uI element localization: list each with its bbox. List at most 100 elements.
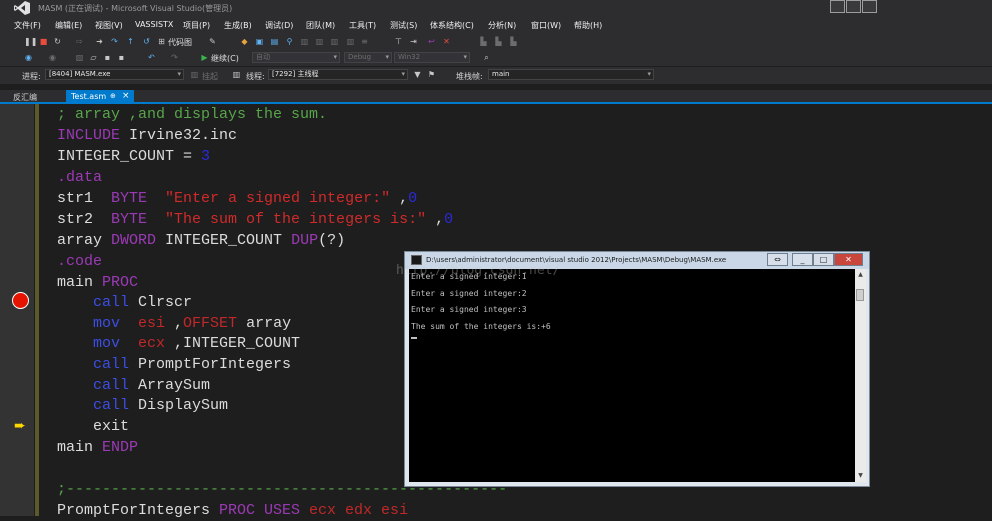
bookmark-prev-icon[interactable]: ▥: [315, 37, 324, 46]
menu-debug[interactable]: 调试(D): [265, 20, 293, 31]
scroll-up-icon[interactable]: ▲: [856, 270, 865, 279]
menu-team[interactable]: 团队(M): [306, 20, 335, 31]
navigate-back-icon[interactable]: ◉: [24, 53, 33, 62]
menu-project[interactable]: 项目(P): [183, 20, 210, 31]
indent-icon[interactable]: ⇥: [409, 37, 418, 46]
find-in-files-icon[interactable]: ⌕: [482, 53, 491, 62]
undo-icon[interactable]: ↶: [147, 53, 156, 62]
punct: ,: [165, 315, 184, 332]
thread-label: 线程:: [246, 72, 265, 81]
console-window[interactable]: D:\users\administrator\document\visual s…: [404, 251, 870, 487]
chevron-down-icon[interactable]: [862, 0, 877, 13]
menu-window[interactable]: 窗口(W): [531, 20, 561, 31]
resize-icon[interactable]: ⇔: [767, 253, 788, 266]
expand-icon[interactable]: [846, 0, 861, 13]
hex-icon[interactable]: ✎: [208, 37, 217, 46]
undo-highlight-icon[interactable]: ↩: [427, 37, 436, 46]
save-icon[interactable]: ▪: [103, 53, 112, 62]
console-output[interactable]: Enter a signed integer:1 Enter a signed …: [409, 269, 855, 482]
stop-icon[interactable]: ■: [39, 37, 48, 46]
feedback-icon[interactable]: [830, 0, 845, 13]
scroll-thumb[interactable]: [856, 289, 864, 301]
maximize-button[interactable]: □: [813, 253, 834, 266]
bookmark-first-icon[interactable]: ▙: [494, 37, 503, 46]
menu-file[interactable]: 文件(F): [14, 20, 41, 31]
chevron-down-icon: ▾: [333, 53, 337, 61]
code-line: PromptForIntegers PROC USES ecx edx esi: [57, 500, 408, 521]
pin-icon[interactable]: ⊕: [110, 92, 116, 100]
bookmark-last-icon[interactable]: ▙: [509, 37, 518, 46]
step-out-icon[interactable]: ↑: [126, 37, 135, 46]
registers-icon[interactable]: ▤: [270, 37, 279, 46]
find-icon[interactable]: ⚲: [285, 37, 294, 46]
process-label: 进程:: [22, 72, 41, 81]
menu-analyze[interactable]: 分析(N): [488, 20, 516, 31]
debug-location-bar: 进程: [8404] MASM.exe ▾ ▥ 挂起 ▥ 线程: [7292] 主…: [0, 67, 992, 84]
code-line: .code: [57, 251, 102, 272]
console-scrollbar[interactable]: ▲ ▼: [855, 269, 866, 482]
continue-button[interactable]: 继续(C): [211, 53, 239, 64]
code-line: .data: [57, 167, 102, 188]
align-icon[interactable]: ⊤: [394, 37, 403, 46]
thread-combo[interactable]: [7292] 主线程 ▾: [268, 69, 408, 80]
open-file-icon[interactable]: ▱: [89, 53, 98, 62]
new-project-icon[interactable]: ▧: [75, 53, 84, 62]
code-map-label[interactable]: 代码图: [168, 37, 192, 48]
process-combo[interactable]: [8404] MASM.exe ▾: [45, 69, 184, 80]
bookmark-toggle-icon[interactable]: ▙: [479, 37, 488, 46]
menu-view[interactable]: 视图(V): [95, 20, 123, 31]
platform-combo[interactable]: Win32 ▾: [394, 52, 470, 63]
restart-icon[interactable]: ↻: [53, 37, 62, 46]
breakpoint-icon[interactable]: [12, 292, 29, 309]
punct: (?): [318, 232, 346, 249]
console-cursor: [411, 337, 417, 339]
show-next-statement-icon[interactable]: ⇨: [75, 37, 84, 46]
flag-icon[interactable]: ⚑: [427, 70, 436, 79]
watermark: http://blog.csdn.net/: [396, 263, 561, 278]
memory-icon[interactable]: ▣: [255, 37, 264, 46]
menu-build[interactable]: 生成(B): [224, 20, 252, 31]
indicator-margin[interactable]: ➨: [0, 104, 34, 516]
code-line: call DisplaySum: [57, 395, 228, 416]
menu-tools[interactable]: 工具(T): [349, 20, 376, 31]
configuration-combo[interactable]: Debug ▾: [344, 52, 392, 63]
stack-frame-combo[interactable]: main ▾: [488, 69, 654, 80]
code-line: ; array ,and displays the sum.: [57, 104, 327, 125]
pause-icon[interactable]: ❚❚: [24, 37, 37, 46]
navigate-forward-icon[interactable]: ◉: [48, 53, 57, 62]
scroll-down-icon[interactable]: ▼: [856, 471, 865, 480]
step-into-icon[interactable]: ➜: [95, 37, 104, 46]
close-button[interactable]: ✕: [834, 253, 863, 266]
menu-help[interactable]: 帮助(H): [574, 20, 602, 31]
menu-vassistx[interactable]: VASSISTX: [135, 20, 173, 29]
filter-icon[interactable]: ▼: [413, 70, 422, 79]
bookmark-next-icon[interactable]: ▥: [330, 37, 339, 46]
continue-icon[interactable]: ▶: [200, 53, 209, 62]
bookmark-icon[interactable]: ▥: [300, 37, 309, 46]
step-back-icon[interactable]: ↺: [142, 37, 151, 46]
number: 0: [444, 211, 454, 228]
menu-architecture[interactable]: 体系结构(C): [430, 20, 474, 31]
debug-target-combo[interactable]: 自动 ▾: [252, 52, 340, 63]
standard-toolbar: ◉ ◉ ▧ ▱ ▪ ▪ ↶ ↷ ▶ 继续(C) 自动 ▾ Debug ▾ Win32…: [0, 50, 992, 66]
code-map-icon[interactable]: ⊞: [157, 37, 166, 46]
close-icon[interactable]: ×: [122, 91, 130, 101]
menu-test[interactable]: 测试(S): [390, 20, 417, 31]
save-all-icon[interactable]: ▪: [117, 53, 126, 62]
suspend-icon[interactable]: ▥: [190, 70, 199, 79]
directive: .code: [57, 253, 103, 270]
step-over-icon[interactable]: ↷: [110, 37, 119, 46]
identifier: array: [57, 232, 112, 249]
minimize-button[interactable]: _: [792, 253, 813, 266]
menu-edit[interactable]: 编辑(E): [55, 20, 82, 31]
clear-bookmarks-icon[interactable]: ▥: [346, 37, 355, 46]
clear-icon[interactable]: ✕: [442, 37, 451, 46]
suspend-label[interactable]: 挂起: [202, 71, 218, 82]
identifier: ,INTEGER_COUNT: [165, 335, 301, 352]
threads-icon[interactable]: ◆: [240, 37, 249, 46]
redo-icon[interactable]: ↷: [170, 53, 179, 62]
comment-icon[interactable]: ≡: [360, 37, 369, 46]
code-line: call PromptForIntegers: [57, 354, 291, 375]
operator: OFFSET: [183, 315, 238, 332]
chevron-down-icon: ▾: [177, 70, 181, 78]
